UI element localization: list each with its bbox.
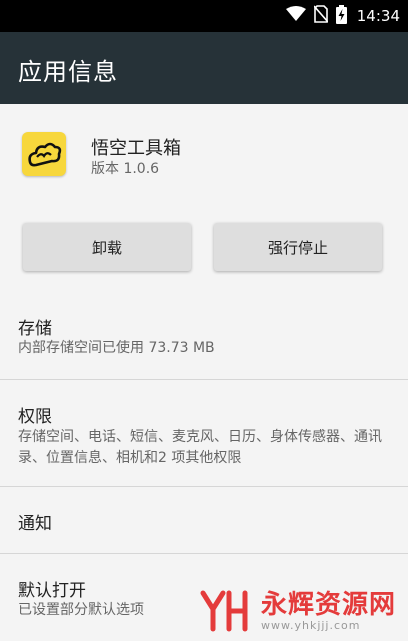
watermark-url: www.yhkjjj.com (260, 618, 361, 632)
status-time: 14:34 (356, 7, 400, 25)
watermark-name: 永辉资源网 (260, 589, 396, 620)
storage-detail: 内部存储空间已使用 73.73 MB (18, 340, 215, 356)
uninstall-button-label: 卸载 (91, 238, 122, 257)
wifi-icon (285, 6, 306, 26)
force-stop-button[interactable]: 强行停止 (214, 223, 382, 271)
watermark: 永辉资源网 www.yhkjjj.com (197, 589, 396, 633)
page-title: 应用信息 (18, 58, 118, 86)
cloud-icon (28, 142, 62, 167)
watermark-logo-icon (200, 590, 248, 632)
app-header: 悟空工具箱 版本 1.0.6 卸载 强行停止 (0, 104, 408, 294)
default-open-title: 默认打开 (18, 581, 86, 601)
storage-title: 存储 (18, 319, 52, 339)
storage-section[interactable]: 存储 内部存储空间已使用 73.73 MB (0, 294, 408, 378)
status-bar: 14:34 (0, 0, 408, 32)
app-icon (22, 132, 66, 176)
permissions-detail: 存储空间、电话、短信、麦克风、日历、身体传感器、通讯录、位置信息、相机和2 项其… (18, 429, 382, 466)
force-stop-button-label: 强行停止 (267, 238, 328, 257)
notifications-title: 通知 (18, 514, 52, 534)
uninstall-button[interactable]: 卸载 (23, 223, 191, 271)
permissions-title: 权限 (18, 407, 52, 427)
app-bar: 应用信息 (0, 32, 408, 104)
battery-charging-icon (335, 4, 347, 28)
app-name: 悟空工具箱 (91, 138, 181, 159)
notifications-section[interactable]: 通知 (0, 487, 408, 553)
app-version: 版本 1.0.6 (91, 161, 160, 177)
no-sim-icon (313, 5, 329, 27)
permissions-section[interactable]: 权限 存储空间、电话、短信、麦克风、日历、身体传感器、通讯录、位置信息、相机和2… (0, 380, 408, 486)
